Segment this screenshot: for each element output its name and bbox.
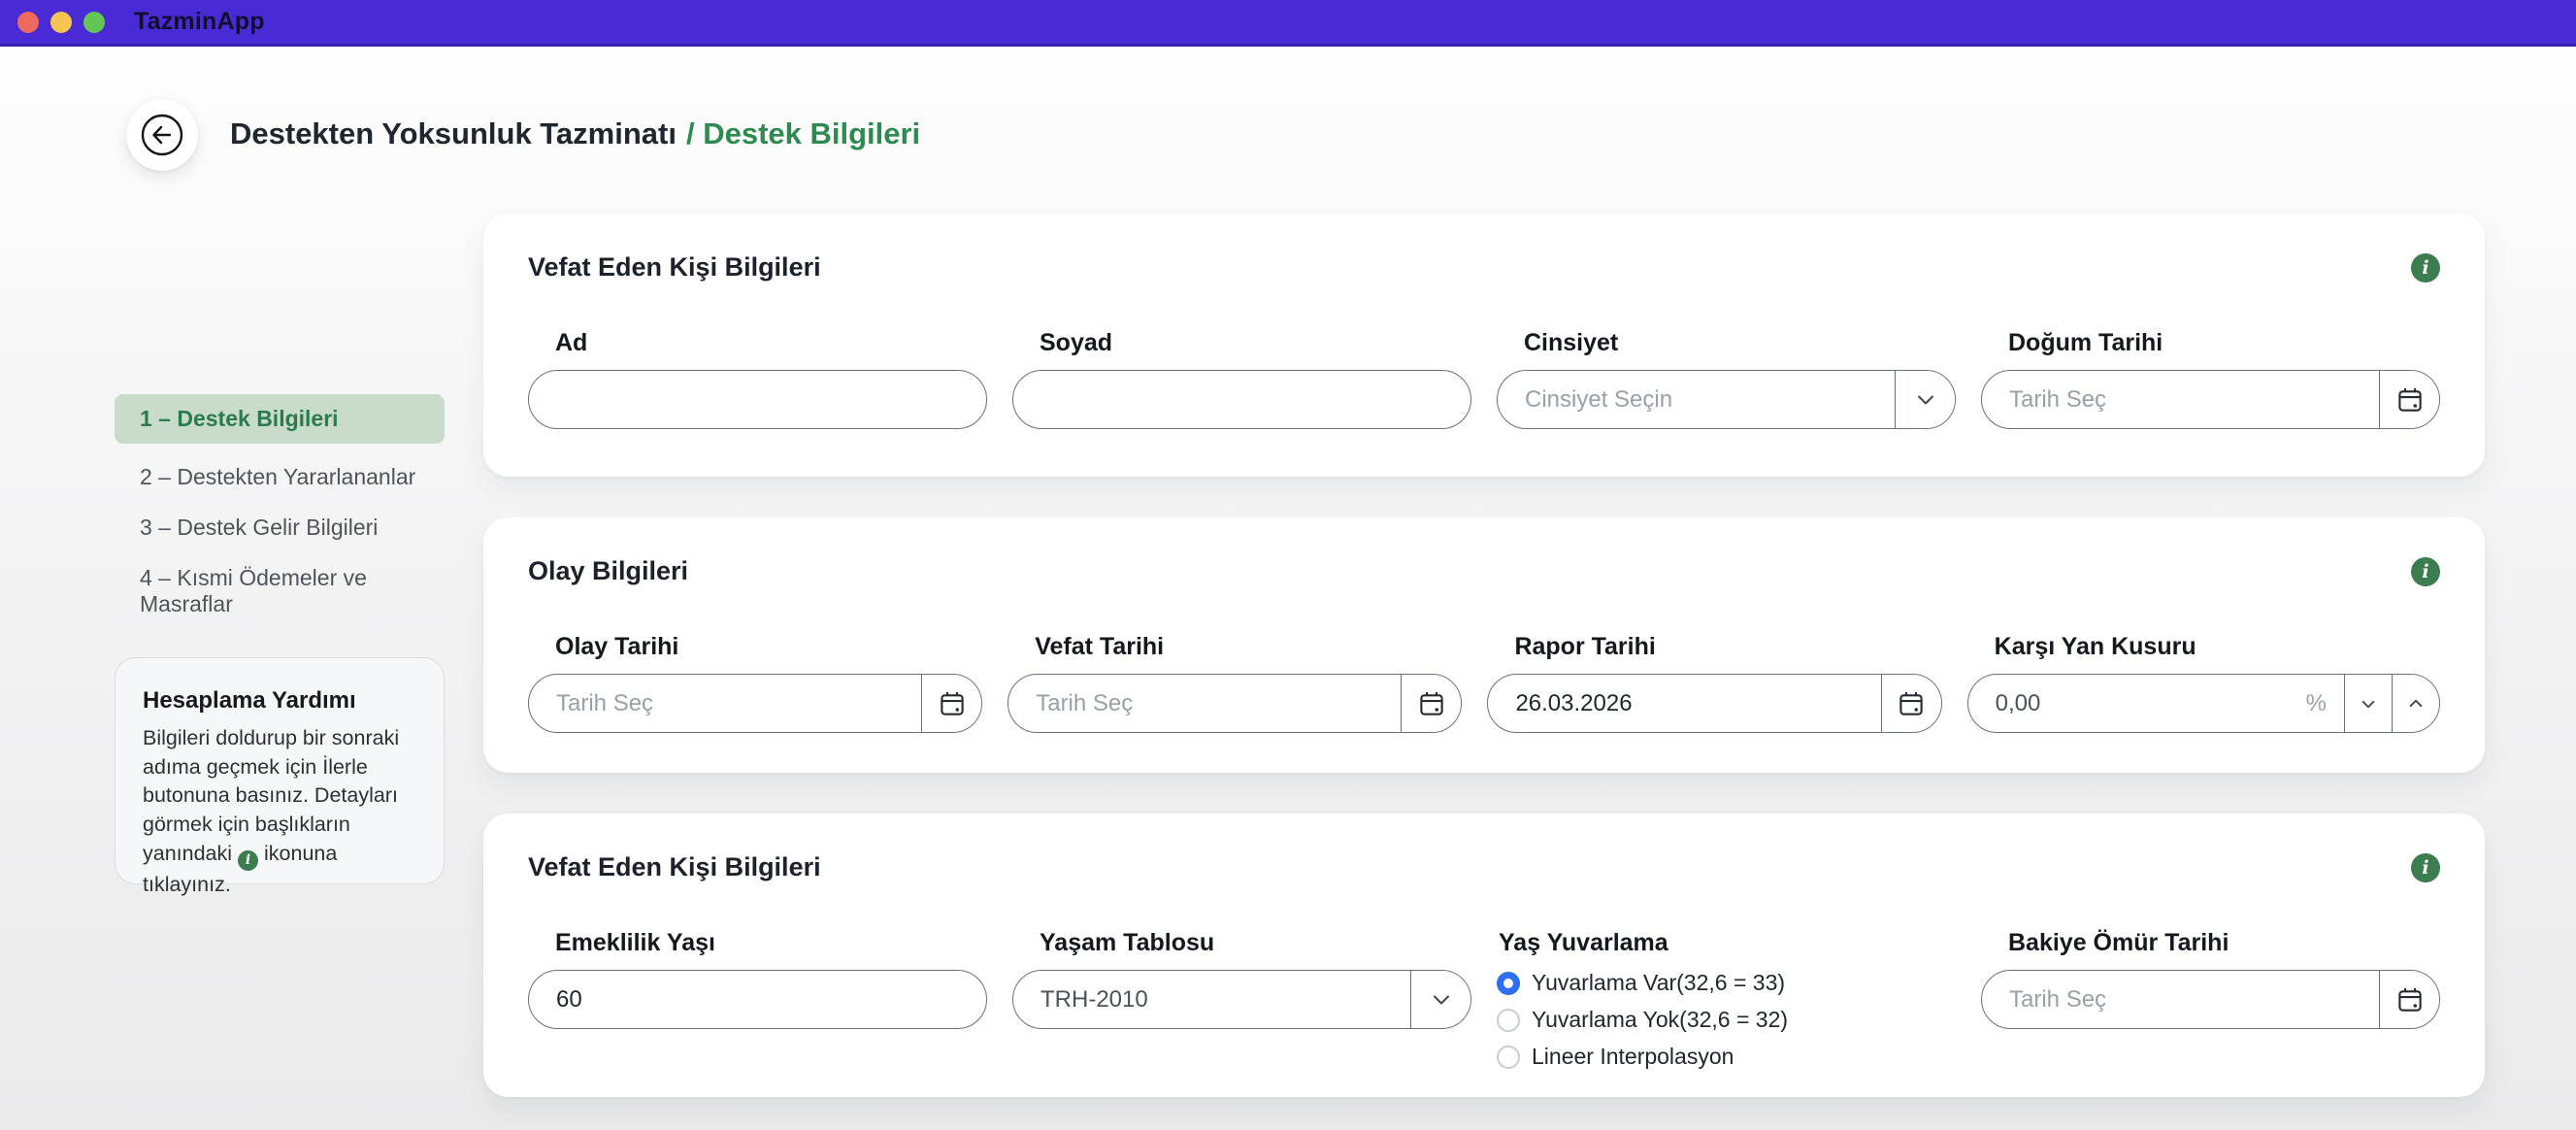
field-rapor-tarihi: Rapor Tarihi: [1487, 633, 1941, 733]
chevron-down-icon[interactable]: [1895, 371, 1955, 428]
vefat-tarihi-label: Vefat Tarihi: [1035, 633, 1462, 661]
breadcrumb: Destekten Yoksunluk Tazminatı / Destek B…: [230, 116, 920, 151]
field-cinsiyet: Cinsiyet: [1497, 329, 1956, 429]
help-text: Bilgileri doldurup bir sonraki adıma geç…: [143, 724, 416, 899]
step-destek-bilgileri[interactable]: 1 – Destek Bilgileri: [115, 394, 445, 444]
rapor-tarihi-label: Rapor Tarihi: [1514, 633, 1941, 661]
page-title: Destekten Yoksunluk Tazminatı: [230, 116, 677, 151]
card-olay-bilgileri: Olay Bilgileri i Olay Tarihi Vefat Tarih…: [483, 517, 2485, 773]
radio-icon[interactable]: [1497, 1009, 1520, 1032]
yasam-tablosu-label: Yaşam Tablosu: [1040, 929, 1471, 957]
karsi-yan-kusuru-label: Karşı Yan Kusuru: [1995, 633, 2440, 661]
soyad-label: Soyad: [1040, 329, 1471, 357]
emeklilik-yasi-label: Emeklilik Yaşı: [555, 929, 987, 957]
olay-tarihi-input[interactable]: [529, 675, 921, 732]
calendar-icon[interactable]: [2379, 371, 2439, 428]
card-title: Olay Bilgileri: [528, 556, 688, 586]
card-title: Vefat Eden Kişi Bilgileri: [528, 852, 821, 882]
yasam-tablosu-value[interactable]: [1013, 971, 1410, 1028]
chevron-up-icon[interactable]: [2392, 675, 2439, 732]
step-kismi-odemeler[interactable]: 4 – Kısmi Ödemeler ve Masraflar: [115, 553, 445, 629]
wizard-steps: 1 – Destek Bilgileri 2 – Destekten Yarar…: [115, 394, 445, 629]
field-emeklilik-yasi: Emeklilik Yaşı: [528, 929, 987, 1070]
bakiye-omur-tarihi-label: Bakiye Ömür Tarihi: [2008, 929, 2440, 957]
card-title: Vefat Eden Kişi Bilgileri: [528, 252, 821, 282]
card-vefat-eden-kisi-hesap: Vefat Eden Kişi Bilgileri i Emeklilik Ya…: [483, 814, 2485, 1097]
chevron-down-icon[interactable]: [2344, 675, 2392, 732]
step-destekten-yararlananlar[interactable]: 2 – Destekten Yararlananlar: [115, 452, 445, 502]
radio-yuvarlama-var[interactable]: Yuvarlama Var(32,6 = 33): [1497, 970, 1956, 996]
zoom-icon[interactable]: [83, 12, 105, 33]
olay-tarihi-label: Olay Tarihi: [555, 633, 982, 661]
calendar-icon[interactable]: [1401, 675, 1461, 732]
info-icon: i: [238, 850, 258, 871]
info-icon[interactable]: i: [2411, 853, 2440, 882]
yas-yuvarlama-label: Yaş Yuvarlama: [1499, 929, 1956, 957]
back-button[interactable]: [126, 99, 198, 171]
minimize-icon[interactable]: [50, 12, 72, 33]
card-vefat-eden-kisi-bilgileri: Vefat Eden Kişi Bilgileri i Ad Soyad Cin…: [483, 214, 2485, 477]
percent-suffix: %: [2306, 690, 2327, 717]
window-controls: [17, 12, 105, 33]
app-title: TazminApp: [134, 8, 265, 36]
ad-input[interactable]: [529, 371, 986, 428]
dogum-tarihi-input[interactable]: [1982, 371, 2379, 428]
radio-icon[interactable]: [1497, 1046, 1520, 1069]
field-vefat-tarihi: Vefat Tarihi: [1007, 633, 1462, 733]
info-icon[interactable]: i: [2411, 557, 2440, 586]
cinsiyet-value[interactable]: [1498, 371, 1895, 428]
cinsiyet-label: Cinsiyet: [1524, 329, 1956, 357]
cinsiyet-select[interactable]: [1497, 370, 1956, 429]
vefat-tarihi-input[interactable]: [1008, 675, 1401, 732]
field-bakiye-omur-tarihi: Bakiye Ömür Tarihi: [1981, 929, 2440, 1070]
radio-icon[interactable]: [1497, 972, 1520, 995]
bakiye-omur-tarihi-input[interactable]: [1982, 971, 2379, 1028]
yasam-tablosu-select[interactable]: [1012, 970, 1471, 1029]
yas-yuvarlama-radio-group: Yuvarlama Var(32,6 = 33) Yuvarlama Yok(3…: [1497, 970, 1956, 1070]
karsi-yan-kusuru-input[interactable]: [1968, 675, 2306, 732]
field-olay-tarihi: Olay Tarihi: [528, 633, 982, 733]
dogum-tarihi-label: Doğum Tarihi: [2008, 329, 2440, 357]
emeklilik-yasi-input[interactable]: [529, 971, 986, 1028]
close-icon[interactable]: [17, 12, 39, 33]
radio-yuvarlama-yok[interactable]: Yuvarlama Yok(32,6 = 32): [1497, 1007, 1956, 1033]
calendar-icon[interactable]: [1881, 675, 1941, 732]
rapor-tarihi-input[interactable]: [1488, 675, 1880, 732]
radio-lineer-interpolasyon[interactable]: Lineer Interpolasyon: [1497, 1044, 1956, 1070]
field-soyad: Soyad: [1012, 329, 1471, 429]
titlebar: TazminApp: [0, 0, 2576, 47]
soyad-input[interactable]: [1013, 371, 1470, 428]
field-dogum-tarihi: Doğum Tarihi: [1981, 329, 2440, 429]
field-karsi-yan-kusuru: Karşı Yan Kusuru %: [1967, 633, 2440, 733]
arrow-left-circle-icon: [139, 112, 185, 158]
calendar-icon[interactable]: [921, 675, 981, 732]
help-panel: Hesaplama Yardımı Bilgileri doldurup bir…: [115, 657, 445, 884]
help-title: Hesaplama Yardımı: [143, 687, 416, 715]
page-subtitle: / Destek Bilgileri: [686, 116, 920, 151]
field-yas-yuvarlama: Yaş Yuvarlama Yuvarlama Var(32,6 = 33) Y…: [1497, 929, 1956, 1070]
field-yasam-tablosu: Yaşam Tablosu: [1012, 929, 1471, 1070]
chevron-down-icon[interactable]: [1410, 971, 1470, 1028]
calendar-icon[interactable]: [2379, 971, 2439, 1028]
step-destek-gelir-bilgileri[interactable]: 3 – Destek Gelir Bilgileri: [115, 503, 445, 552]
info-icon[interactable]: i: [2411, 253, 2440, 282]
app-window: { "titlebar": { "app_name": "TazminApp",…: [0, 0, 2576, 1130]
ad-label: Ad: [555, 329, 987, 357]
field-ad: Ad: [528, 329, 987, 429]
